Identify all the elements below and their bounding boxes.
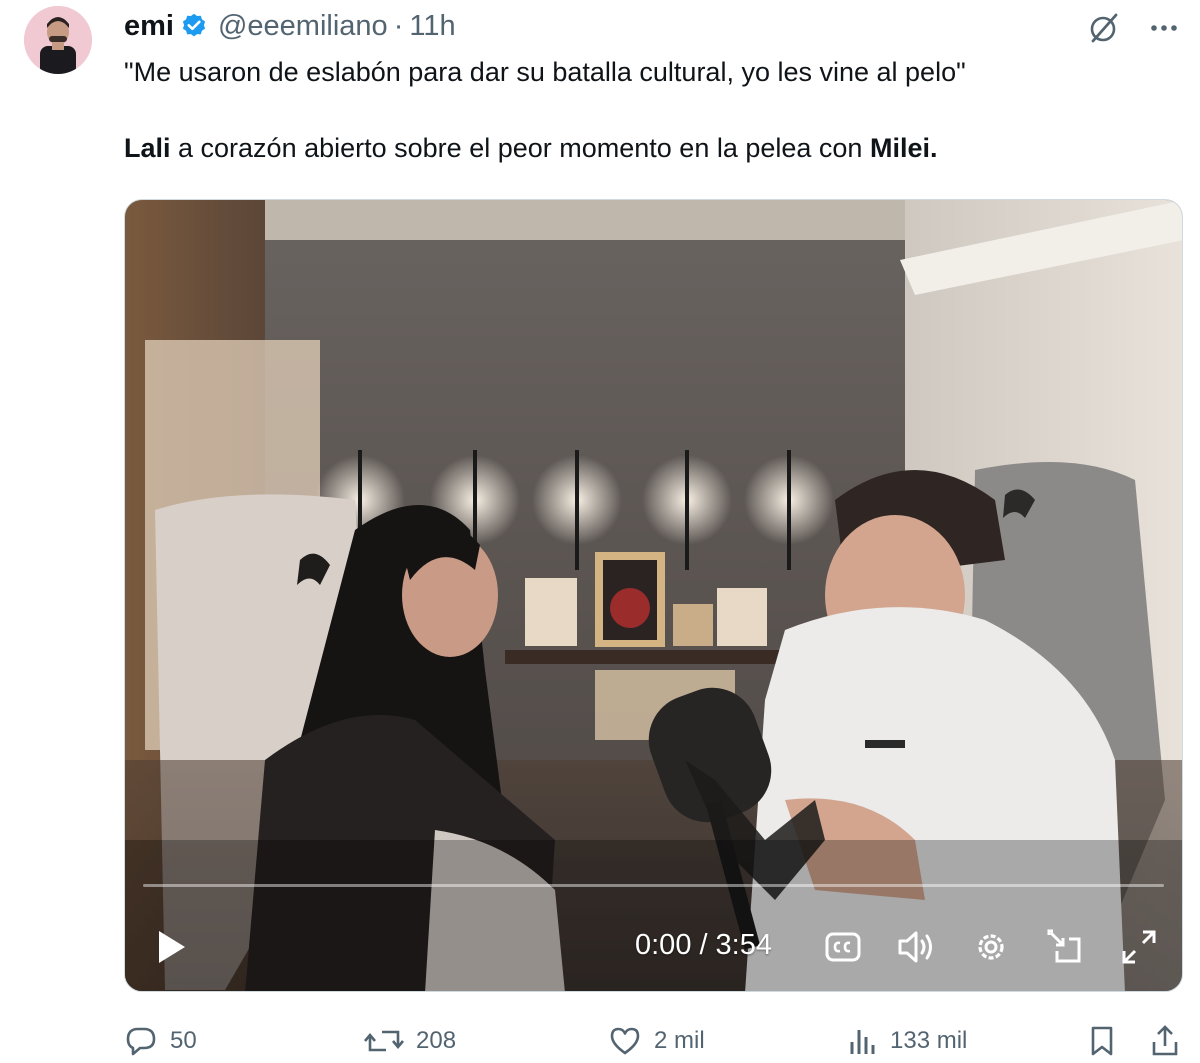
video-time: 0:00/3:54 bbox=[635, 929, 772, 962]
repost-button[interactable]: 208 bbox=[364, 1024, 456, 1058]
mention-lali: Lali bbox=[124, 133, 171, 163]
settings-icon[interactable] bbox=[971, 927, 1011, 972]
mention-milei: Milei bbox=[869, 133, 930, 163]
repost-icon bbox=[364, 1030, 404, 1052]
author-name[interactable]: emi bbox=[124, 10, 174, 43]
time-separator: / bbox=[699, 929, 708, 961]
video-progress-bar[interactable] bbox=[143, 884, 1164, 887]
tweet-line-2-text: a corazón abierto sobre el peor momento … bbox=[170, 133, 870, 163]
fullscreen-icon[interactable] bbox=[1119, 927, 1159, 972]
more-icon[interactable] bbox=[1148, 12, 1180, 44]
views-count: 133 mil bbox=[890, 1027, 968, 1054]
tweet-header: emi @eeemiliano · 11h bbox=[124, 6, 456, 46]
tweet-line-2: Lali a corazón abierto sobre el peor mom… bbox=[124, 130, 1174, 166]
reply-button[interactable]: 50 bbox=[124, 1024, 197, 1058]
reply-icon bbox=[126, 1027, 156, 1056]
play-icon[interactable] bbox=[153, 927, 189, 972]
avatar[interactable] bbox=[24, 6, 92, 74]
like-count: 2 mil bbox=[654, 1027, 705, 1054]
share-icon[interactable] bbox=[1150, 1024, 1180, 1063]
views-button[interactable]: 133 mil bbox=[848, 1024, 967, 1058]
views-chart-icon bbox=[850, 1030, 875, 1054]
video-player[interactable]: 0:00/3:54 bbox=[124, 199, 1183, 992]
grok-slash-icon[interactable] bbox=[1086, 10, 1122, 46]
current-time: 0:00 bbox=[635, 929, 692, 961]
pip-icon[interactable] bbox=[1045, 927, 1085, 972]
header-separator: · bbox=[393, 9, 404, 42]
bookmark-icon[interactable] bbox=[1088, 1024, 1116, 1063]
tweet-quote: "Me usaron de eslabón para dar su batall… bbox=[124, 57, 966, 87]
tweet-text: "Me usaron de eslabón para dar su batall… bbox=[124, 54, 1174, 166]
tweet-line-2-end: . bbox=[929, 133, 938, 163]
author-handle[interactable]: @eeemiliano bbox=[218, 10, 388, 43]
duration: 3:54 bbox=[715, 929, 772, 961]
captions-icon[interactable] bbox=[823, 927, 863, 972]
volume-icon[interactable] bbox=[895, 927, 937, 972]
repost-count: 208 bbox=[416, 1027, 457, 1054]
video-frame bbox=[125, 200, 1182, 991]
verified-badge-icon bbox=[180, 12, 208, 40]
video-controls: 0:00/3:54 bbox=[125, 915, 1182, 981]
heart-icon bbox=[610, 1027, 640, 1055]
tweet-actions: 50 208 2 mil 133 mil bbox=[124, 1018, 1180, 1062]
avatar-image bbox=[24, 6, 92, 74]
like-button[interactable]: 2 mil bbox=[608, 1024, 705, 1058]
header-actions bbox=[1086, 10, 1180, 46]
share-actions bbox=[1088, 1024, 1180, 1063]
reply-count: 50 bbox=[170, 1027, 197, 1054]
post-time[interactable]: 11h bbox=[409, 10, 455, 43]
